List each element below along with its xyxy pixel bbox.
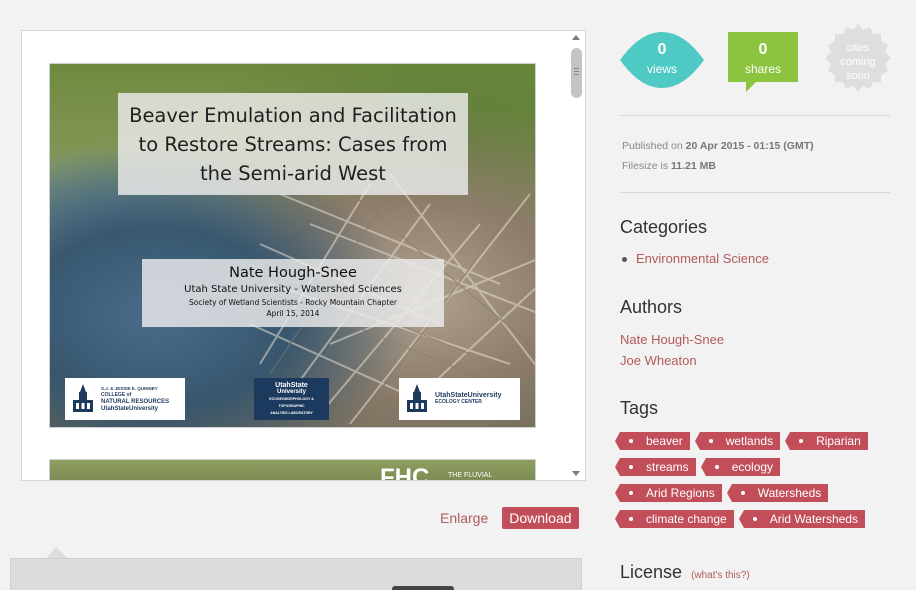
logo2-line-1: UtahState xyxy=(275,381,308,389)
scroll-up-arrow-icon[interactable] xyxy=(572,35,580,40)
slide2-subheading: THE FLUVIAL xyxy=(448,472,493,479)
document-viewer[interactable]: Beaver Emulation and Facilitation to Res… xyxy=(21,30,586,481)
slide-title-line-3: the Semi-arid West xyxy=(200,162,386,185)
slide-2: FHC THE FLUVIAL xyxy=(49,459,536,481)
tag-beaver[interactable]: beaver xyxy=(615,432,690,450)
published-label: Published on xyxy=(622,140,683,152)
license-title: License xyxy=(620,562,683,582)
comment-box[interactable] xyxy=(10,558,582,590)
tag-arid-regions[interactable]: Arid Regions xyxy=(615,484,722,502)
logo1-line-2: COLLEGE of xyxy=(101,392,132,398)
tag-row: beaver wetlands Riparian xyxy=(615,432,878,450)
tag-row: streams ecology xyxy=(615,458,790,476)
slide2-heading: FHC xyxy=(380,464,430,481)
tags-heading: Tags xyxy=(620,398,659,418)
cites-label: cites coming soon xyxy=(824,41,892,83)
logo2-line-4: ANALYSIS LABORATORY xyxy=(270,410,313,415)
divider xyxy=(620,192,890,193)
slide-title: Beaver Emulation and Facilitation to Res… xyxy=(118,93,468,195)
old-main-building-icon xyxy=(407,384,427,412)
cites-stat: cites coming soon xyxy=(824,24,892,92)
comment-box-control[interactable] xyxy=(392,586,454,590)
slide-title-line-2: to Restore Streams: Cases from xyxy=(138,133,448,156)
grip-line xyxy=(574,71,579,72)
logo1-line-3: NATURAL RESOURCES xyxy=(101,399,170,405)
categories-heading: Categories xyxy=(620,217,708,237)
logo3-line-2: ECOLOGY CENTER xyxy=(435,399,482,405)
enlarge-link[interactable]: Enlarge xyxy=(440,510,488,526)
old-main-building-icon xyxy=(73,384,93,412)
tag-streams[interactable]: streams xyxy=(615,458,696,476)
tag-row: Arid Regions Watersheds xyxy=(615,484,838,502)
scroll-thumb[interactable] xyxy=(571,48,582,98)
logo2-line-3: ECOGEOMORPHOLOGY & TOPOGRAPHIC xyxy=(269,396,314,408)
logo1-line-1: S.J. & JESSIE E. QUINNEY xyxy=(101,386,158,391)
category-link[interactable]: Environmental Science xyxy=(636,251,769,266)
license-heading: License (what's this?) xyxy=(620,562,750,583)
viewer-actions: Enlarge Download xyxy=(440,507,579,529)
views-label: views xyxy=(646,62,677,76)
filesize-label: Filesize is xyxy=(622,160,669,172)
ecology-center-logo: UtahStateUniversity ECOLOGY CENTER xyxy=(399,378,520,420)
slide-1: Beaver Emulation and Facilitation to Res… xyxy=(49,63,536,428)
logo2-line-2: University xyxy=(276,388,306,395)
published-info: Published on 20 Apr 2015 - 01:15 (GMT) xyxy=(622,140,814,152)
shares-label: shares xyxy=(744,62,782,76)
stats-panel: 0 views 0 shares cites coming soon xyxy=(620,24,891,102)
authors-heading: Authors xyxy=(620,297,683,317)
views-count: 0 xyxy=(657,41,667,58)
tag-riparian[interactable]: Riparian xyxy=(785,432,868,450)
tag-watersheds[interactable]: Watersheds xyxy=(726,484,829,502)
author-link[interactable]: Nate Hough-Snee xyxy=(620,332,724,347)
tag-arid-watersheds[interactable]: Arid Watersheds xyxy=(738,510,865,528)
shares-stat: 0 shares xyxy=(728,32,798,94)
divider xyxy=(620,115,890,116)
published-value: 20 Apr 2015 - 01:15 (GMT) xyxy=(685,140,814,152)
quinney-college-logo: S.J. & JESSIE E. QUINNEY COLLEGE of NATU… xyxy=(65,378,185,420)
grip-line xyxy=(574,74,579,75)
tag-wetlands[interactable]: wetlands xyxy=(694,432,781,450)
slide-date: April 15, 2014 xyxy=(266,309,320,318)
whats-this-link[interactable]: (what's this?) xyxy=(691,570,750,581)
filesize-value: 11.21 MB xyxy=(671,160,716,172)
logo1-line-4: UtahStateUniversity xyxy=(101,406,159,412)
et-al-lab-logo: UtahState University ECOGEOMORPHOLOGY & … xyxy=(254,378,329,420)
slide-affiliation: Utah State University - Watershed Scienc… xyxy=(184,284,402,295)
slide-title-line-1: Beaver Emulation and Facilitation xyxy=(129,104,457,127)
tag-ecology[interactable]: ecology xyxy=(700,458,781,476)
author-link[interactable]: Joe Wheaton xyxy=(620,353,697,368)
download-button[interactable]: Download xyxy=(502,507,579,529)
cites-line-2: coming xyxy=(840,56,876,68)
tag-climate-change[interactable]: climate change xyxy=(615,510,734,528)
scroll-down-arrow-icon[interactable] xyxy=(572,471,580,476)
slide-society: Society of Wetland Scientists - Rocky Mo… xyxy=(188,298,398,307)
filesize-info: Filesize is 11.21 MB xyxy=(622,160,716,172)
slide-author-name: Nate Hough-Snee xyxy=(229,265,357,281)
cites-line-1: cites xyxy=(846,42,870,54)
cites-line-3: soon xyxy=(846,70,870,82)
logo3-line-1: UtahStateUniversity xyxy=(435,392,502,399)
bullet-icon xyxy=(622,257,627,262)
grip-line xyxy=(574,68,579,69)
shares-count: 0 xyxy=(758,41,768,58)
tag-row: climate change Arid Watersheds xyxy=(615,510,875,528)
viewer-scrollbar[interactable] xyxy=(568,31,585,480)
slide-author-block: Nate Hough-Snee Utah State University - … xyxy=(142,259,444,327)
views-stat: 0 views xyxy=(620,32,704,88)
